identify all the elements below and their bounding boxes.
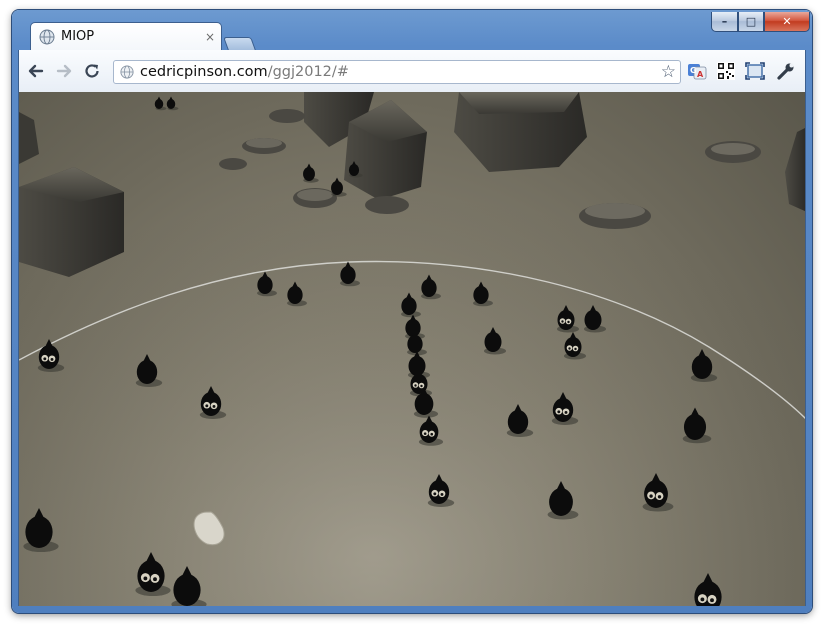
back-arrow-icon: [28, 64, 44, 78]
reload-icon: [85, 64, 99, 78]
url-text: cedricpinson.com/ggj2012/#: [140, 64, 349, 80]
url-path: /ggj2012/#: [267, 64, 349, 80]
address-bar[interactable]: cedricpinson.com/ggj2012/# ☆: [113, 60, 681, 84]
game-scene[interactable]: [19, 92, 806, 606]
game-canvas[interactable]: [18, 92, 806, 606]
svg-text:A: A: [697, 70, 704, 79]
star-icon[interactable]: ☆: [661, 62, 676, 82]
forward-arrow-icon: [56, 64, 72, 78]
window-caption-buttons: – □ ✕: [711, 12, 810, 32]
close-window-button[interactable]: ✕: [764, 12, 810, 32]
tab-miop[interactable]: MIOP ×: [30, 22, 222, 50]
svg-text:G: G: [690, 66, 697, 75]
tab-close-button[interactable]: ×: [205, 30, 215, 44]
tab-title: MIOP: [61, 29, 95, 44]
maximize-button[interactable]: □: [738, 12, 764, 32]
forward-button[interactable]: [53, 60, 75, 82]
back-button[interactable]: [25, 60, 47, 82]
url-host: cedricpinson.com: [140, 64, 268, 80]
qr-code-icon[interactable]: [716, 61, 736, 81]
globe-icon: [39, 29, 55, 44]
translate-icon[interactable]: G A: [687, 61, 707, 81]
screen-capture-icon[interactable]: [745, 61, 765, 81]
site-info-icon: [120, 65, 134, 79]
tab-strip: MIOP ×: [18, 22, 222, 50]
minimize-button[interactable]: –: [711, 12, 738, 32]
reload-button[interactable]: [81, 60, 103, 82]
browser-toolbar: cedricpinson.com/ggj2012/# ☆ G A: [18, 50, 806, 92]
wrench-icon[interactable]: [776, 61, 796, 81]
